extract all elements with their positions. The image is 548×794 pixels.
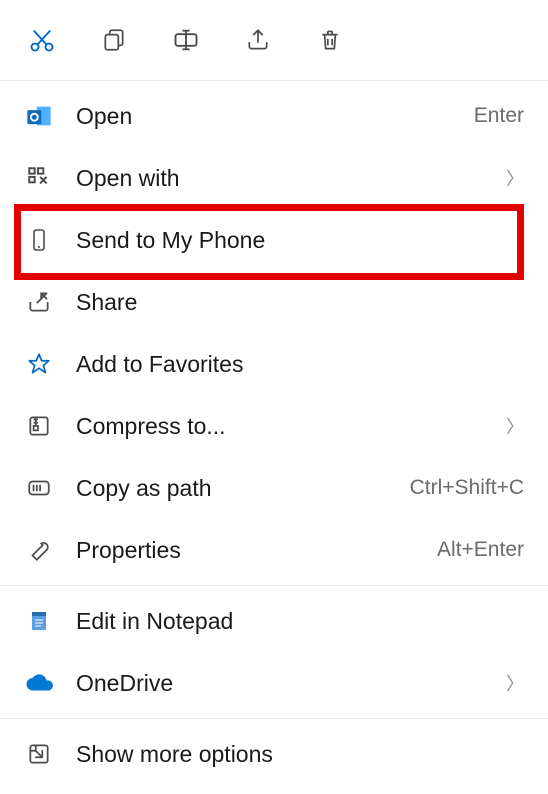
copy-as-path-label: Copy as path [76,475,388,502]
separator [0,718,548,719]
separator [0,80,548,81]
phone-icon [24,225,54,255]
copy-as-path-shortcut: Ctrl+Shift+C [410,476,524,500]
rename-icon [172,26,200,54]
wrench-icon [24,535,54,565]
delete-icon [317,27,343,53]
send-to-phone-label: Send to My Phone [76,227,524,254]
open-with-label: Open with [76,165,484,192]
toolbar [0,14,548,76]
chevron-right-icon: 〉 [506,670,524,696]
add-to-favorites-label: Add to Favorites [76,351,524,378]
edit-in-notepad-item[interactable]: Edit in Notepad [0,590,548,652]
open-with-icon [24,163,54,193]
outlook-icon [24,101,54,131]
copy-icon [101,27,127,53]
onedrive-item[interactable]: OneDrive 〉 [0,652,548,714]
star-icon [24,349,54,379]
separator [0,585,548,586]
show-more-options-item[interactable]: Show more options [0,723,548,785]
onedrive-label: OneDrive [76,670,484,697]
open-shortcut: Enter [474,104,524,128]
chevron-right-icon: 〉 [506,413,524,439]
send-to-phone-item[interactable]: Send to My Phone [0,209,548,271]
open-item[interactable]: Open Enter [0,85,548,147]
zip-icon [24,411,54,441]
properties-item[interactable]: Properties Alt+Enter [0,519,548,581]
edit-in-notepad-label: Edit in Notepad [76,608,524,635]
notepad-icon [24,606,54,636]
path-icon [24,473,54,503]
onedrive-icon [24,668,54,698]
share-label: Share [76,289,524,316]
cut-button[interactable] [24,22,60,58]
show-more-label: Show more options [76,741,524,768]
compress-to-item[interactable]: Compress to... 〉 [0,395,548,457]
compress-to-label: Compress to... [76,413,484,440]
properties-shortcut: Alt+Enter [437,538,524,562]
share-square-icon [24,287,54,317]
expand-icon [24,739,54,769]
copy-button[interactable] [96,22,132,58]
open-label: Open [76,103,452,130]
add-to-favorites-item[interactable]: Add to Favorites [0,333,548,395]
chevron-right-icon: 〉 [506,165,524,191]
share-toolbar-button[interactable] [240,22,276,58]
delete-button[interactable] [312,22,348,58]
cut-icon [28,26,56,54]
context-menu: Open Enter Open with 〉 Send to My Phone [0,0,548,785]
share-icon [245,27,271,53]
rename-button[interactable] [168,22,204,58]
share-item[interactable]: Share [0,271,548,333]
copy-as-path-item[interactable]: Copy as path Ctrl+Shift+C [0,457,548,519]
open-with-item[interactable]: Open with 〉 [0,147,548,209]
properties-label: Properties [76,537,415,564]
